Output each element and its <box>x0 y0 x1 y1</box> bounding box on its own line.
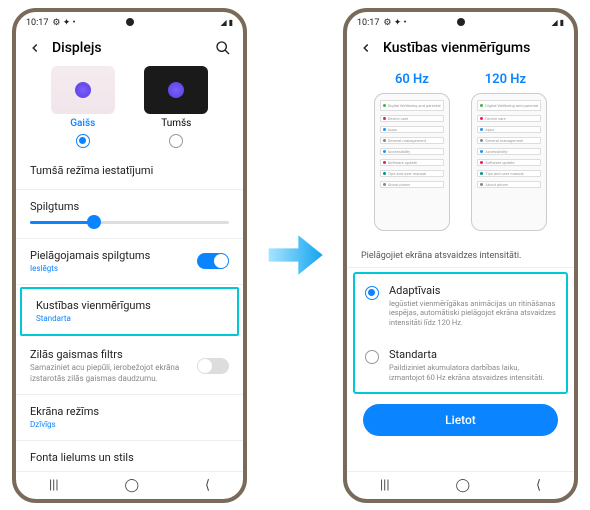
page-title: Kustības vienmērīgums <box>383 40 562 56</box>
theme-light-radio[interactable] <box>76 134 90 148</box>
brightness-label: Spilgtums <box>30 200 229 213</box>
nav-back[interactable]: ⟨ <box>536 478 541 493</box>
item-blue-light[interactable]: Zilās gaismas filtrs Samaziniet acu piep… <box>16 338 243 395</box>
item-brightness: Spilgtums <box>16 190 243 239</box>
page-title: Displejs <box>52 40 205 56</box>
header: Displejs <box>16 34 243 62</box>
back-icon[interactable] <box>359 41 373 55</box>
status-icons-left: ⚙ ✦ • <box>52 18 75 28</box>
hz-60-thumb: Digital Wellbeing and parental controls … <box>374 93 450 231</box>
brightness-slider[interactable] <box>30 221 229 224</box>
nav-recent[interactable]: ||| <box>49 478 59 493</box>
item-font-size[interactable]: Fonta lielums un stils <box>16 441 243 470</box>
screenmode-status: Dzīvīgs <box>30 420 229 430</box>
header: Kustības vienmērīgums <box>347 34 574 62</box>
theme-light-label: Gaišs <box>51 118 115 129</box>
item-screen-mode[interactable]: Ekrāna režīms Dzīvīgs <box>16 395 243 441</box>
option-adaptive[interactable]: Adaptīvais Iegūstiet vienmērīgākas animā… <box>355 274 566 338</box>
hz-thumbnails: Digital Wellbeing and parental controls … <box>347 93 574 241</box>
clock: 10:17 <box>26 18 48 28</box>
search-icon[interactable] <box>215 40 231 56</box>
dark-settings-label: Tumšā režīma iestatījumi <box>30 164 229 177</box>
theme-dark-radio[interactable] <box>169 134 183 148</box>
nav-bar: ||| ◯ ⟨ <box>16 471 243 499</box>
theme-dark[interactable]: Tumšs <box>144 66 208 152</box>
motion-label: Kustības vienmērīgums <box>36 299 223 312</box>
content: 60 Hz 120 Hz Digital Wellbeing and paren… <box>347 62 574 471</box>
item-dark-mode-settings[interactable]: Tumšā režīma iestatījumi <box>16 154 243 190</box>
status-icons-right: ◢ ▮ <box>551 18 564 27</box>
camera-notch <box>126 18 134 26</box>
settings-list: Gaišs Tumšs Tumšā režīma iestatījumi Spi… <box>16 62 243 471</box>
nav-recent[interactable]: ||| <box>380 478 390 493</box>
fontsize-label: Fonta lielums un stils <box>30 451 229 464</box>
status-icons-right: ◢ ▮ <box>220 18 233 27</box>
theme-selector: Gaišs Tumšs <box>16 62 243 154</box>
hz-120-thumb: Digital Wellbeing and parental controls … <box>471 93 547 231</box>
nav-home[interactable]: ◯ <box>455 478 470 493</box>
theme-dark-label: Tumšs <box>144 118 208 129</box>
description: Pielāgojiet ekrāna atsvaidzes intensitāt… <box>347 241 574 268</box>
theme-dark-thumb <box>144 66 208 114</box>
clock: 10:17 <box>357 18 379 28</box>
bluelight-label: Zilās gaismas filtrs <box>30 348 189 361</box>
status-icons-left: ⚙ ✦ • <box>383 18 406 28</box>
adaptive-brightness-label: Pielāgojamais spilgtums <box>30 249 150 262</box>
option-standard[interactable]: Standarta Paildiziniet akumulatora darbī… <box>355 338 566 393</box>
slider-thumb[interactable] <box>87 215 101 229</box>
adaptive-title: Adaptīvais <box>389 284 556 297</box>
hz-60-label: 60 Hz <box>395 72 429 87</box>
adaptive-radio[interactable] <box>365 286 379 300</box>
bluelight-sub: Samaziniet acu piepūli, ierobežojot ekrā… <box>30 363 189 384</box>
standard-radio[interactable] <box>365 350 379 364</box>
nav-bar: ||| ◯ ⟨ <box>347 471 574 499</box>
standard-sub: Paildiziniet akumulatora darbības laiku,… <box>389 363 556 383</box>
adaptive-brightness-status: Ieslēgts <box>30 264 150 274</box>
theme-light[interactable]: Gaišs <box>51 66 115 152</box>
camera-notch <box>457 18 465 26</box>
standard-title: Standarta <box>389 348 556 361</box>
options-highlight: Adaptīvais Iegūstiet vienmērīgākas animā… <box>353 272 568 395</box>
nav-back[interactable]: ⟨ <box>205 478 210 493</box>
phone-left: 10:17 ⚙ ✦ • ◢ ▮ Displejs Gaišs Tumšs Tumš… <box>12 8 247 503</box>
phone-right: 10:17 ⚙ ✦ • ◢ ▮ Kustības vienmērīgums 60 … <box>343 8 578 503</box>
bluelight-toggle[interactable] <box>197 358 229 374</box>
motion-status: Standarta <box>36 314 223 324</box>
item-motion-smoothness[interactable]: Kustības vienmērīgums Standarta <box>20 287 239 336</box>
back-icon[interactable] <box>28 41 42 55</box>
item-adaptive-brightness[interactable]: Pielāgojamais spilgtums Ieslēgts <box>16 239 243 285</box>
apply-button[interactable]: Lietot <box>363 404 558 436</box>
slider-fill <box>30 221 94 224</box>
nav-home[interactable]: ◯ <box>124 478 139 493</box>
hz-120-label: 120 Hz <box>485 72 526 87</box>
adaptive-sub: Iegūstiet vienmērīgākas animācijas un ri… <box>389 299 556 328</box>
arrow-icon <box>259 222 331 288</box>
theme-light-thumb <box>51 66 115 114</box>
hz-labels: 60 Hz 120 Hz <box>347 62 574 93</box>
adaptive-brightness-toggle[interactable] <box>197 253 229 269</box>
screenmode-label: Ekrāna režīms <box>30 405 229 418</box>
